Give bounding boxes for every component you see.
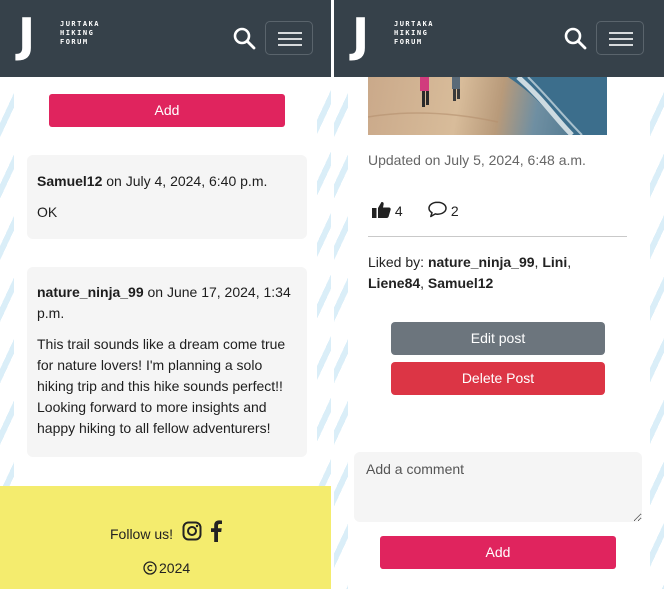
like-button[interactable]: 4 xyxy=(372,201,403,219)
liked-by-user[interactable]: nature_ninja_99 xyxy=(428,254,535,270)
follow-us-label: Follow us! xyxy=(110,526,174,542)
brand-line-2: HIKING xyxy=(394,29,429,37)
post-image xyxy=(368,77,607,135)
site-footer: Follow us! 2024 xyxy=(0,486,331,589)
follow-us: Follow us! xyxy=(110,520,222,542)
add-comment-button[interactable]: Add xyxy=(49,94,285,127)
liked-by-list: Liked by: nature_ninja_99, Lini, Liene84… xyxy=(368,254,572,291)
site-header: J JURTAKA HIKING FORUM xyxy=(334,0,664,77)
comment-author[interactable]: Samuel12 xyxy=(37,173,102,189)
liked-by-user[interactable]: Lini xyxy=(542,254,567,270)
brand-wordmark[interactable]: JURTAKA HIKING FORUM xyxy=(60,20,100,47)
comment-date: on July 4, 2024, 6:40 p.m. xyxy=(102,173,268,189)
instagram-icon[interactable] xyxy=(182,521,202,541)
comment-textarea[interactable] xyxy=(354,452,642,522)
brand-logo[interactable]: J xyxy=(352,12,388,58)
liked-by-user[interactable]: Samuel12 xyxy=(428,275,493,291)
facebook-icon[interactable] xyxy=(209,519,223,542)
beach-hikers-photo xyxy=(368,77,607,135)
add-comment-button[interactable]: Add xyxy=(380,536,616,569)
search-icon[interactable] xyxy=(563,26,587,50)
post-updated-date: Updated on July 5, 2024, 6:48 a.m. xyxy=(368,152,586,168)
thumbs-up-icon xyxy=(372,201,391,218)
comment-text: This trail sounds like a dream come true… xyxy=(37,336,286,436)
brand-logo[interactable]: J xyxy=(18,12,54,58)
liked-by-user[interactable]: Liene84 xyxy=(368,275,420,291)
comments-counter[interactable]: 2 xyxy=(428,201,459,219)
brand-line-3: FORUM xyxy=(60,38,89,46)
likes-count: 4 xyxy=(394,203,403,219)
liked-by-label: Liked by: xyxy=(368,254,428,270)
copyright-year: 2024 xyxy=(159,560,191,576)
edit-post-button[interactable]: Edit post xyxy=(391,322,605,355)
brand-line-3: FORUM xyxy=(394,38,423,46)
comment-text: OK xyxy=(37,204,58,220)
comment-meta: Samuel12 on July 4, 2024, 6:40 p.m. xyxy=(37,171,297,192)
brand-line-1: JURTAKA xyxy=(394,20,435,28)
comment-card: nature_ninja_99 on June 17, 2024, 1:34 p… xyxy=(27,267,307,457)
search-icon[interactable] xyxy=(232,26,256,50)
comments-count: 2 xyxy=(450,203,459,219)
copyright-icon xyxy=(143,561,157,575)
comment-card: Samuel12 on July 4, 2024, 6:40 p.m. OK xyxy=(27,155,307,239)
site-header: J JURTAKA HIKING FORUM xyxy=(0,0,331,77)
comment-author[interactable]: nature_ninja_99 xyxy=(37,284,144,300)
speech-bubble-icon xyxy=(428,201,447,218)
hamburger-menu-button[interactable] xyxy=(596,21,644,55)
brand-line-1: JURTAKA xyxy=(60,20,101,28)
divider xyxy=(368,236,627,237)
brand-line-2: HIKING xyxy=(60,29,95,37)
copyright: 2024 xyxy=(143,560,190,576)
brand-wordmark[interactable]: JURTAKA HIKING FORUM xyxy=(394,20,434,47)
delete-post-button[interactable]: Delete Post xyxy=(391,362,605,395)
hamburger-menu-button[interactable] xyxy=(265,21,313,55)
comment-meta: nature_ninja_99 on June 17, 2024, 1:34 p… xyxy=(37,282,291,324)
left-phone-view: J JURTAKA HIKING FORUM Add Samuel12 on J… xyxy=(0,0,331,589)
